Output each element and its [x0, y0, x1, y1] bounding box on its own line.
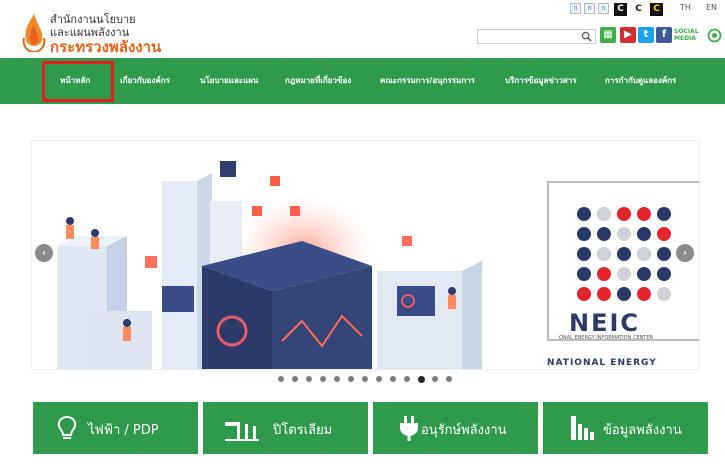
facebook-icon[interactable]: f — [656, 27, 672, 43]
category-label: อนุรักษ์พลังงาน — [421, 423, 507, 438]
language-en-link[interactable]: EN — [706, 3, 717, 12]
slider-pagination — [278, 376, 468, 386]
slider-dot[interactable] — [348, 376, 354, 382]
twitter-icon[interactable]: t — [638, 27, 654, 43]
nav-item-governance[interactable]: การกำกับดูแลองค์กร — [605, 58, 676, 104]
social-media-icon — [707, 28, 722, 43]
plug-icon — [400, 416, 418, 441]
nav-item-information-service[interactable]: บริการข้อมูลข่าวสาร — [505, 58, 577, 104]
slider-dot[interactable] — [306, 376, 312, 382]
neic-dot-grid — [577, 207, 671, 301]
search-icon[interactable] — [581, 31, 592, 42]
page: สำนักงานนโยบาย และแผนพลังงาน กระทรวงพลัง… — [0, 0, 725, 474]
slider-dot[interactable] — [376, 376, 382, 382]
neic-wordmark: NEIC — [569, 309, 641, 337]
category-energy-conservation[interactable]: อนุรักษ์พลังงาน — [373, 402, 538, 454]
font-size-large-button[interactable]: ก — [598, 3, 609, 14]
slider-dot[interactable] — [320, 376, 326, 382]
neic-bottom-text: NATIONAL ENERGY — [547, 358, 657, 368]
neic-badge: NEIC ONAL ENERGY INFORMATION CENTER — [547, 181, 699, 341]
slider-dot[interactable] — [362, 376, 368, 382]
nav-item-committees[interactable]: คณะกรรมการ/อนุกรรมการ — [380, 58, 475, 104]
contrast-yellow-button[interactable]: C — [650, 3, 663, 16]
social-media-link[interactable]: SOCIAL MEDIA — [674, 27, 722, 45]
logo-ministry-name: กระทรวงพลังงาน — [50, 38, 162, 56]
search-input[interactable] — [477, 29, 596, 44]
slider-next-button[interactable]: › — [676, 244, 694, 262]
category-label: ข้อมูลพลังงาน — [603, 423, 682, 438]
slider-dot[interactable] — [292, 376, 298, 382]
category-electricity-pdp[interactable]: ไฟฟ้า / PDP — [33, 402, 198, 454]
social-media-label-line1: SOCIAL — [674, 28, 699, 35]
category-energy-data[interactable]: ข้อมูลพลังงาน — [543, 402, 708, 454]
slider-dot[interactable] — [418, 376, 425, 383]
nav-item-about[interactable]: เกี่ยวกับองค์กร — [120, 58, 170, 104]
building-chart-icon — [571, 416, 594, 440]
nav-item-laws[interactable]: กฎหมายที่เกี่ยวข้อง — [285, 58, 351, 104]
bulb-icon — [57, 415, 77, 439]
slider-dot[interactable] — [334, 376, 340, 382]
oil-pump-icon — [225, 422, 259, 441]
slider-dot[interactable] — [432, 376, 438, 382]
font-size-medium-button[interactable]: ก — [584, 3, 595, 14]
category-petroleum[interactable]: ปิโตรเลียม — [203, 402, 368, 454]
slider-prev-button[interactable]: ‹ — [35, 244, 53, 262]
social-media-label: SOCIAL MEDIA — [674, 28, 699, 42]
neic-caption: ONAL ENERGY INFORMATION CENTER — [559, 335, 653, 341]
flame-logo-icon — [22, 14, 46, 52]
logo[interactable]: สำนักงานนโยบาย และแผนพลังงาน กระทรวงพลัง… — [20, 10, 220, 56]
youtube-icon[interactable]: ▶ — [620, 27, 636, 43]
contrast-light-button[interactable]: C — [632, 3, 645, 16]
category-label: ปิโตรเลียม — [273, 423, 333, 438]
language-th-link[interactable]: TH — [680, 3, 691, 12]
banner-slider[interactable]: NEIC ONAL ENERGY INFORMATION CENTER NATI… — [31, 140, 700, 370]
category-label: ไฟฟ้า / PDP — [88, 423, 159, 438]
nav-item-policy-plan[interactable]: นโยบายและแผน — [200, 58, 258, 104]
contrast-dark-button[interactable]: C — [614, 3, 627, 16]
slider-dot[interactable] — [390, 376, 396, 382]
slider-dot[interactable] — [446, 376, 452, 382]
slider-dot[interactable] — [404, 376, 410, 382]
home-highlight-box — [42, 61, 114, 102]
slider-dot[interactable] — [278, 376, 284, 382]
font-size-small-button[interactable]: ก — [570, 3, 581, 14]
social-media-label-line2: MEDIA — [674, 35, 696, 42]
sitemap-icon[interactable]: ▦ — [600, 27, 616, 43]
